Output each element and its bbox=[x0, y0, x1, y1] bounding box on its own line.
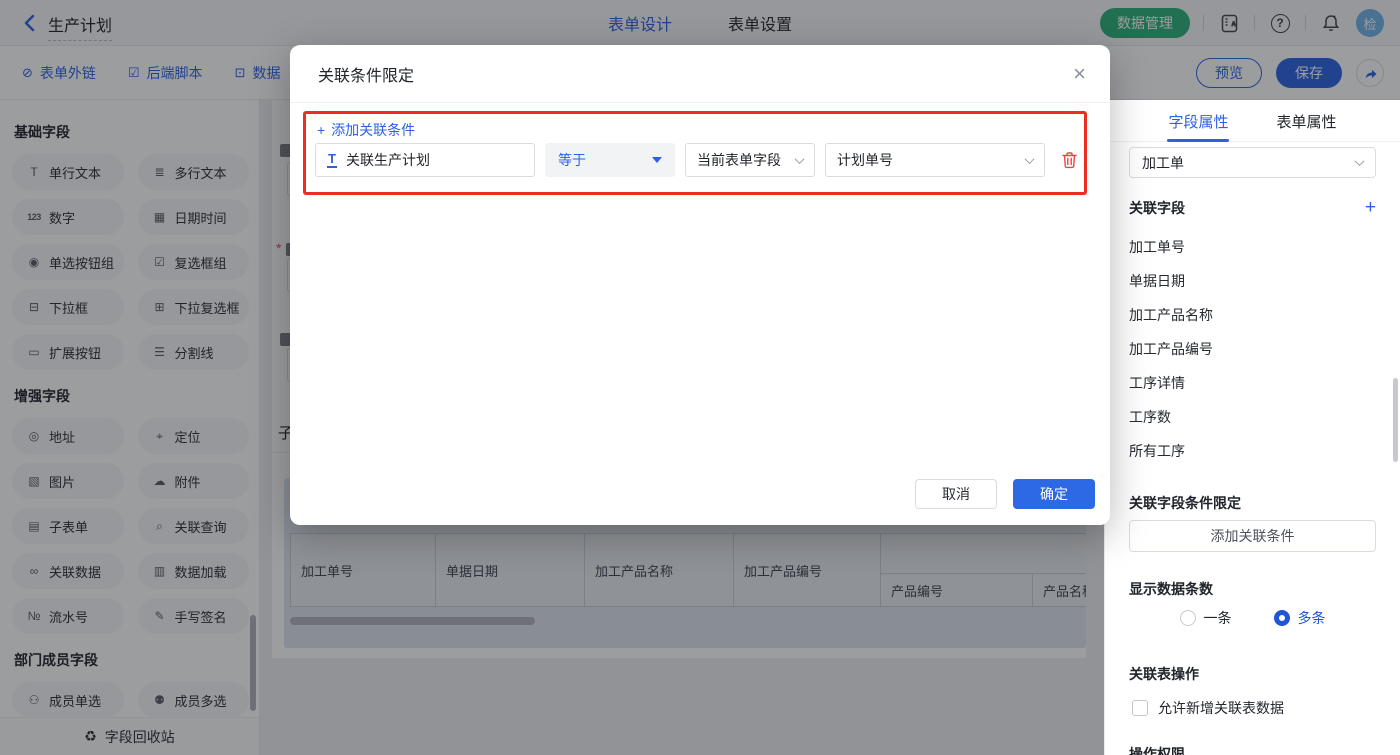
active-tab-underline bbox=[1167, 139, 1230, 142]
add-condition-button[interactable]: 添加关联条件 bbox=[1129, 520, 1376, 552]
related-field-item: 单据日期 bbox=[1129, 273, 1185, 289]
condition-field-input[interactable]: T 关联生产计划 bbox=[315, 143, 535, 177]
allow-add-linked-data-checkbox[interactable]: 允许新增关联表数据 bbox=[1132, 698, 1284, 718]
operator-select[interactable]: 等于 bbox=[545, 143, 675, 177]
clipped-section-header: 操作权限 bbox=[1129, 746, 1185, 755]
condition-limit-modal: 关联条件限定 × + 添加关联条件 T 关联生产计划 等于 当前表单字段 计划单… bbox=[290, 45, 1110, 525]
properties-panel: 字段属性 表单属性 加工单 关联字段 + 加工单号 单据日期 加工产品名称 加工… bbox=[1104, 100, 1400, 755]
checkbox-unchecked-icon bbox=[1132, 700, 1148, 716]
tab-field-properties[interactable]: 字段属性 bbox=[1167, 100, 1230, 142]
close-icon[interactable]: × bbox=[1073, 61, 1086, 87]
tab-form-properties[interactable]: 表单属性 bbox=[1277, 100, 1337, 142]
cancel-button[interactable]: 取消 bbox=[915, 479, 997, 509]
plus-icon: + bbox=[317, 122, 326, 138]
modal-header: 关联条件限定 bbox=[290, 45, 1110, 103]
radio-unselected-icon bbox=[1179, 610, 1196, 626]
radio-single-row[interactable]: 一条 bbox=[1179, 608, 1232, 628]
modal-title: 关联条件限定 bbox=[318, 67, 415, 85]
add-condition-link[interactable]: + 添加关联条件 bbox=[317, 120, 415, 140]
app-screen: 生产计划 表单设计 表单设置 数据管理 ? 检 ⊘ 表单外链 ☑ 后端脚本 ⊡ … bbox=[0, 0, 1400, 755]
display-count-header: 显示数据条数 bbox=[1129, 581, 1213, 597]
related-field-item: 加工产品编号 bbox=[1129, 341, 1213, 357]
target-field-select[interactable]: 计划单号 bbox=[825, 143, 1045, 177]
chevron-down-icon bbox=[1354, 156, 1365, 167]
properties-tabs: 字段属性 表单属性 bbox=[1105, 100, 1400, 142]
table-ops-header: 关联表操作 bbox=[1129, 666, 1199, 682]
related-fields-header: 关联字段 + bbox=[1129, 197, 1376, 218]
radio-multi-row[interactable]: 多条 bbox=[1273, 608, 1326, 628]
chevron-down-icon bbox=[1024, 153, 1035, 164]
caret-down-icon bbox=[652, 157, 662, 163]
add-field-plus-icon[interactable]: + bbox=[1365, 198, 1376, 217]
delete-condition-trash-icon[interactable] bbox=[1061, 151, 1078, 169]
radio-selected-icon bbox=[1273, 610, 1290, 626]
related-field-item: 加工产品名称 bbox=[1129, 307, 1213, 323]
condition-limit-header: 关联字段条件限定 bbox=[1129, 495, 1241, 511]
related-field-item: 所有工序 bbox=[1129, 443, 1185, 459]
value-source-select[interactable]: 当前表单字段 bbox=[685, 143, 815, 177]
panel-scrollbar-thumb[interactable] bbox=[1393, 378, 1398, 462]
confirm-button[interactable]: 确定 bbox=[1013, 479, 1095, 509]
related-field-item: 工序数 bbox=[1129, 409, 1171, 425]
modal-footer: 取消 确定 bbox=[915, 479, 1095, 509]
related-field-item: 加工单号 bbox=[1129, 239, 1185, 255]
text-field-icon: T bbox=[327, 151, 337, 168]
related-field-item: 工序详情 bbox=[1129, 375, 1185, 391]
chevron-down-icon bbox=[794, 153, 805, 164]
linked-form-select[interactable]: 加工单 bbox=[1129, 147, 1376, 178]
display-count-radio-group: 一条 多条 bbox=[1105, 608, 1400, 628]
condition-row: T 关联生产计划 等于 当前表单字段 计划单号 bbox=[315, 143, 1078, 177]
